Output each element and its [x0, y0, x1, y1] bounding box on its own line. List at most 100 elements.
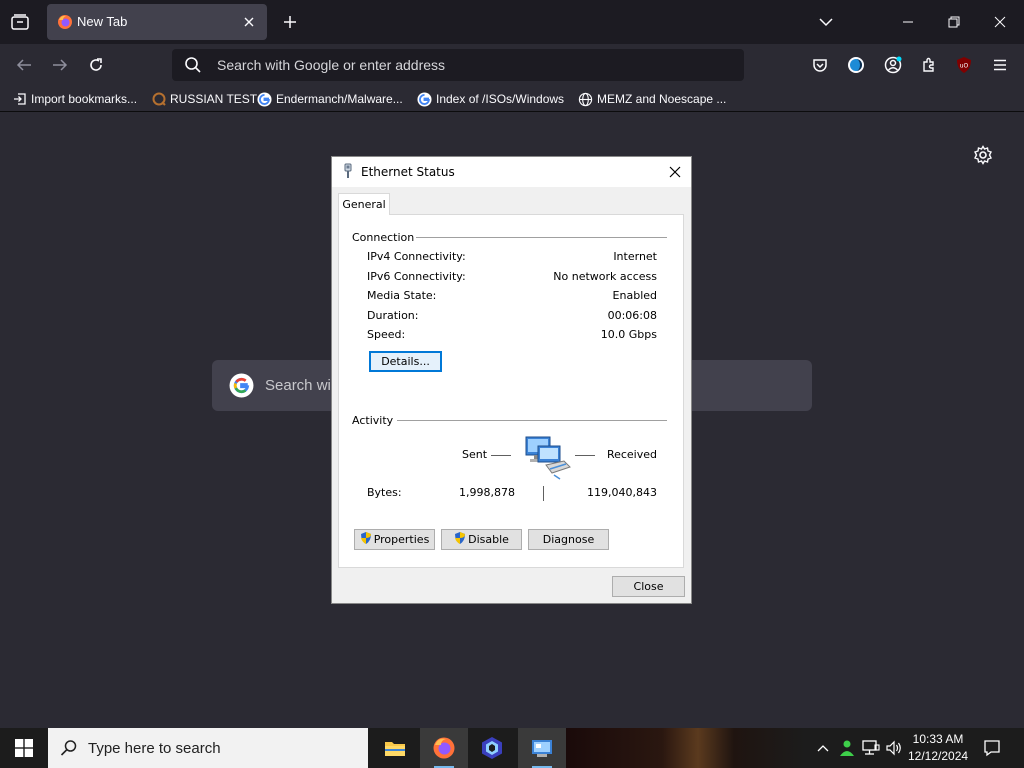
- back-button[interactable]: [14, 55, 34, 75]
- windows-taskbar: Type here to search 10:33 AM 12/12/2024: [0, 728, 1024, 768]
- pocket-icon: [813, 59, 827, 72]
- dialog-close-icon[interactable]: [665, 162, 685, 182]
- speed-value: 10.0 Gbps: [600, 328, 657, 341]
- firefox-icon: [57, 14, 73, 30]
- extensions-button[interactable]: [919, 55, 939, 75]
- chevron-up-icon: [817, 745, 829, 752]
- bookmark-memz[interactable]: MEMZ and Noescape ...: [578, 90, 726, 108]
- ipv4-value: Internet: [613, 250, 657, 263]
- bookmark-russian-test[interactable]: RUSSIAN TEST: [151, 90, 257, 108]
- received-label: Received: [606, 448, 657, 461]
- copilot-taskbar-button[interactable]: [468, 728, 516, 768]
- bookmark-index-isos[interactable]: Index of /ISOs/Windows: [417, 90, 564, 108]
- restore-icon: [948, 16, 960, 28]
- details-button[interactable]: Details...: [369, 351, 442, 372]
- puzzle-icon: [923, 57, 934, 72]
- action-center-button[interactable]: [982, 738, 1002, 758]
- hexagon-app-icon: [482, 737, 502, 759]
- windows-logo-icon: [15, 739, 33, 757]
- google-logo-icon: [229, 373, 254, 398]
- restore-button[interactable]: [944, 12, 964, 32]
- close-window-button[interactable]: [990, 12, 1010, 32]
- tab-list-icon[interactable]: [10, 12, 30, 32]
- ipv6-label: IPv6 Connectivity:: [367, 270, 466, 283]
- notification-icon: [984, 740, 1000, 757]
- volume-tray-icon[interactable]: [884, 738, 904, 758]
- import-icon: [12, 92, 27, 107]
- account-button[interactable]: [883, 55, 903, 75]
- person-icon: [840, 740, 854, 756]
- address-bar[interactable]: [172, 49, 744, 81]
- arrow-left-icon: [16, 59, 31, 71]
- list-all-tabs-button[interactable]: [816, 12, 836, 32]
- search-icon: [60, 739, 78, 757]
- ipv4-label: IPv4 Connectivity:: [367, 250, 466, 263]
- network-computers-icon: [524, 435, 574, 481]
- taskbar-search-box[interactable]: Type here to search: [48, 728, 368, 768]
- app-menu-button[interactable]: [990, 55, 1010, 75]
- page-settings-button[interactable]: [973, 145, 993, 165]
- hamburger-icon: [994, 59, 1006, 71]
- network-tray-icon[interactable]: [861, 738, 881, 758]
- connection-divider: [416, 237, 667, 238]
- moon-icon: [848, 57, 864, 73]
- properties-button[interactable]: Properties: [354, 529, 435, 550]
- account-icon: [884, 56, 902, 74]
- diagnose-button[interactable]: Diagnose: [528, 529, 609, 550]
- reload-button[interactable]: [86, 55, 106, 75]
- close-tab-icon[interactable]: [239, 12, 259, 32]
- speaker-icon: [886, 740, 901, 756]
- new-tab-button[interactable]: [280, 12, 300, 32]
- arrow-right-icon: [53, 59, 68, 71]
- bookmark-endermanch-malware[interactable]: Endermanch/Malware...: [257, 90, 403, 108]
- dark-reader-extension-button[interactable]: [846, 55, 866, 75]
- ethernet-cable-icon: [341, 163, 355, 179]
- firefox-icon: [433, 737, 455, 759]
- file-explorer-taskbar-button[interactable]: [371, 728, 419, 768]
- minimize-button[interactable]: [898, 12, 918, 32]
- clock-date: 12/12/2024: [908, 749, 969, 763]
- reload-icon: [90, 58, 102, 71]
- firefox-taskbar-button[interactable]: [420, 728, 468, 768]
- site-icon: [151, 92, 166, 107]
- duration-value: 00:06:08: [607, 309, 657, 322]
- ipv6-value: No network access: [553, 270, 657, 283]
- general-panel: Connection IPv4 Connectivity: Internet I…: [338, 214, 684, 568]
- ethernet-icon: [862, 740, 880, 755]
- globe-icon: [578, 92, 593, 107]
- disable-button[interactable]: Disable: [441, 529, 522, 550]
- taskbar-search-placeholder: Type here to search: [88, 740, 221, 757]
- bytes-divider: [543, 486, 544, 501]
- forward-button[interactable]: [50, 55, 70, 75]
- tab-general[interactable]: General: [338, 193, 390, 215]
- ublock-origin-button[interactable]: uO: [954, 55, 974, 75]
- plus-icon: [284, 16, 296, 28]
- close-button[interactable]: Close: [612, 576, 685, 597]
- dialog-title: Ethernet Status: [361, 165, 455, 179]
- google-icon: [417, 91, 432, 107]
- folder-icon: [385, 742, 405, 756]
- dialog-titlebar[interactable]: Ethernet Status: [332, 157, 691, 187]
- speed-label: Speed:: [367, 328, 406, 341]
- svg-text:uO: uO: [960, 63, 969, 70]
- google-icon: [257, 91, 272, 107]
- show-hidden-icons-button[interactable]: [813, 738, 833, 758]
- pocket-button[interactable]: [810, 55, 830, 75]
- chevron-down-icon: [819, 18, 833, 27]
- address-input[interactable]: [217, 49, 717, 81]
- user-account-tray-icon[interactable]: [837, 738, 857, 758]
- start-button[interactable]: [0, 728, 48, 768]
- sent-label: Sent: [462, 448, 488, 461]
- tab-new-tab[interactable]: New Tab: [47, 4, 267, 40]
- google-search-placeholder: Search wi: [265, 377, 331, 394]
- activity-divider: [397, 420, 667, 421]
- browser-tab-bar: New Tab: [0, 0, 1024, 44]
- received-line: [575, 455, 595, 456]
- bookmark-import[interactable]: Import bookmarks...: [12, 90, 137, 108]
- ublock-icon: uO: [957, 57, 971, 73]
- sent-line: [491, 455, 511, 456]
- taskbar-clock[interactable]: 10:33 AM 12/12/2024: [908, 731, 968, 765]
- navigation-toolbar: uO: [0, 44, 1024, 86]
- control-panel-taskbar-button[interactable]: [518, 728, 566, 768]
- bytes-sent-value: 1,998,878: [459, 486, 515, 499]
